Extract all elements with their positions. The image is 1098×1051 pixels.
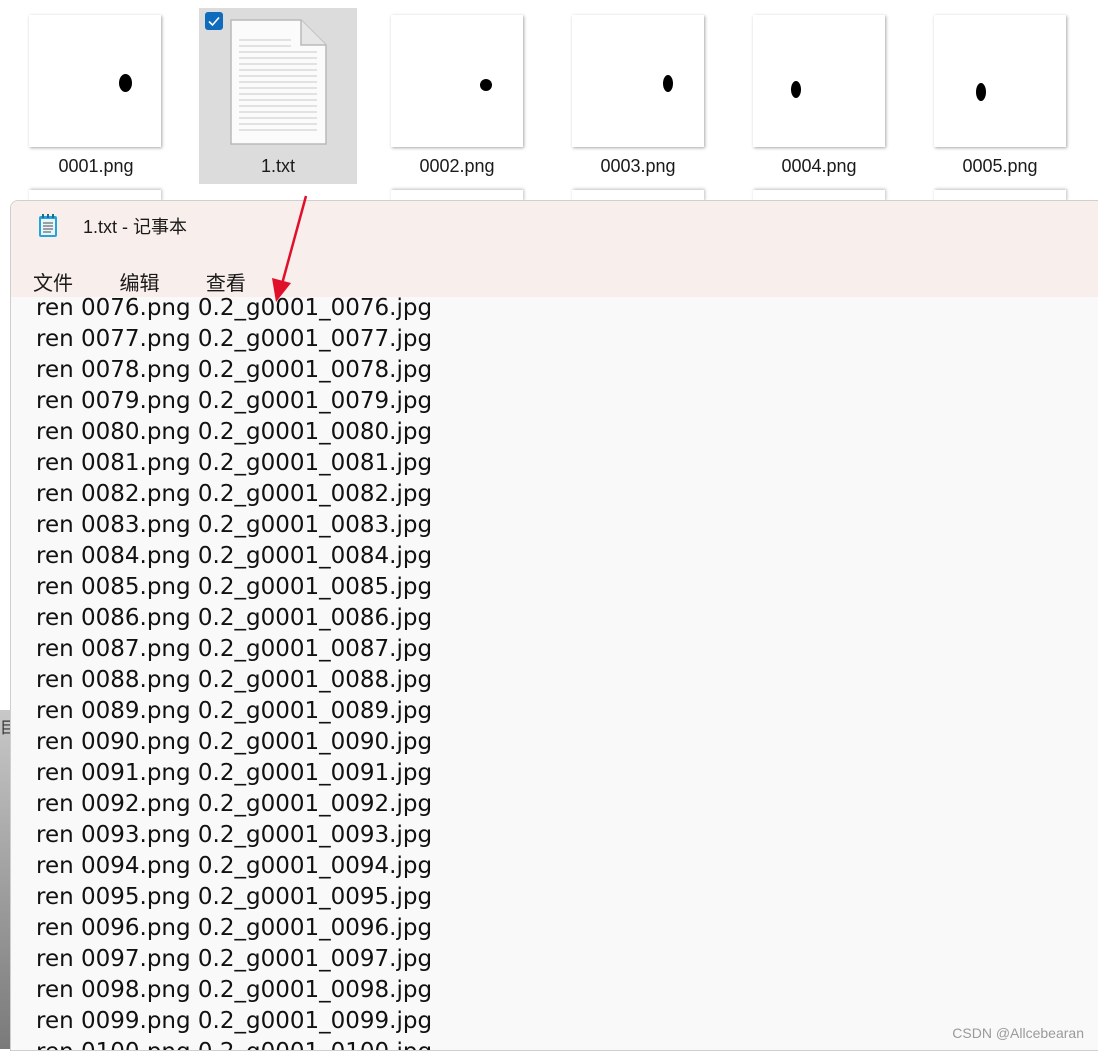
text-line: ren 0076.png 0.2_g0001_0076.jpg [36, 297, 433, 321]
text-line: ren 0084.png 0.2_g0001_0084.jpg [36, 543, 433, 569]
text-line: ren 0094.png 0.2_g0001_0094.jpg [36, 853, 433, 879]
text-line: ren 0085.png 0.2_g0001_0085.jpg [36, 574, 433, 600]
text-line: ren 0096.png 0.2_g0001_0096.jpg [36, 915, 433, 941]
menu-bar: 文件 编辑 查看 [23, 265, 278, 298]
notepad-app-icon [39, 214, 57, 237]
file-item-0001-png[interactable]: 0001.png [0, 8, 161, 184]
text-line: ren 0095.png 0.2_g0001_0095.jpg [36, 884, 433, 910]
file-item-0002-png[interactable]: 0002.png [362, 8, 523, 184]
text-lines: ren 0076.png 0.2_g0001_0076.jpgren 0077.… [36, 297, 432, 1050]
text-line: ren 0087.png 0.2_g0001_0087.jpg [36, 636, 433, 662]
text-line: ren 0100.png 0.2_g0001_0100.jpg [36, 1037, 432, 1050]
text-line: ren 0091.png 0.2_g0001_0091.jpg [36, 760, 433, 786]
notepad-window: 1.txt - 记事本 文件 编辑 查看 ren 0076.png 0.2_g0… [10, 200, 1098, 1051]
text-line: ren 0082.png 0.2_g0001_0082.jpg [36, 481, 433, 507]
file-name: 1.txt [260, 156, 295, 176]
dot-shape [976, 83, 986, 101]
checkmark-icon [208, 16, 220, 27]
file-name: 0003.png [600, 156, 676, 176]
text-document-icon [230, 19, 327, 145]
file-item-0004-png[interactable]: 0004.png [724, 8, 885, 184]
file-name: 0005.png [962, 156, 1038, 176]
text-line: ren 0089.png 0.2_g0001_0089.jpg [36, 698, 433, 724]
text-line: ren 0081.png 0.2_g0001_0081.jpg [36, 450, 433, 476]
dot-shape [119, 74, 132, 92]
title-bar: 1.txt - 记事本 文件 编辑 查看 [11, 201, 1098, 308]
text-line: ren 0079.png 0.2_g0001_0079.jpg [36, 388, 433, 414]
image-thumbnail [29, 15, 161, 147]
file-name: 0001.png [58, 156, 134, 176]
text-line: ren 0093.png 0.2_g0001_0093.jpg [36, 822, 433, 848]
watermark: CSDN @Allcebearan [952, 1025, 1084, 1041]
image-thumbnail [391, 15, 523, 147]
file-item-0003-png[interactable]: 0003.png [543, 8, 704, 184]
menu-file[interactable]: 文件 [23, 265, 83, 298]
text-line: ren 0099.png 0.2_g0001_0099.jpg [36, 1008, 433, 1034]
text-line: ren 0090.png 0.2_g0001_0090.jpg [36, 729, 433, 755]
file-item-1-txt[interactable]: 1.txt [199, 8, 357, 184]
text-line: ren 0078.png 0.2_g0001_0078.jpg [36, 357, 433, 383]
image-thumbnail [753, 15, 885, 147]
text-line: ren 0097.png 0.2_g0001_0097.jpg [36, 946, 433, 972]
dot-shape [663, 75, 673, 92]
text-editor[interactable]: ren 0076.png 0.2_g0001_0076.jpgren 0077.… [11, 297, 1098, 1050]
text-line: ren 0092.png 0.2_g0001_0092.jpg [36, 791, 433, 817]
text-line: ren 0086.png 0.2_g0001_0086.jpg [36, 605, 433, 631]
file-name: 0002.png [419, 156, 495, 176]
text-line: ren 0080.png 0.2_g0001_0080.jpg [36, 419, 433, 445]
menu-edit[interactable]: 编辑 [109, 265, 169, 298]
selection-checkbox[interactable] [205, 12, 223, 30]
file-name: 0004.png [781, 156, 857, 176]
image-thumbnail [572, 15, 704, 147]
menu-view[interactable]: 查看 [196, 265, 256, 298]
file-item-0005-png[interactable]: 0005.png [905, 8, 1066, 184]
text-line: ren 0088.png 0.2_g0001_0088.jpg [36, 667, 433, 693]
image-thumbnail [934, 15, 1066, 147]
text-line: ren 0077.png 0.2_g0001_0077.jpg [36, 326, 433, 352]
text-line: ren 0098.png 0.2_g0001_0098.jpg [36, 977, 433, 1003]
dot-shape [791, 81, 801, 98]
text-line: ren 0083.png 0.2_g0001_0083.jpg [36, 512, 433, 538]
window-title: 1.txt - 记事本 [83, 217, 188, 237]
dot-shape [480, 79, 492, 91]
background-window-edge [0, 710, 10, 1049]
file-grid: 0001.png 1.txt 0002.png 0003.png 0004.pn… [0, 0, 1098, 202]
